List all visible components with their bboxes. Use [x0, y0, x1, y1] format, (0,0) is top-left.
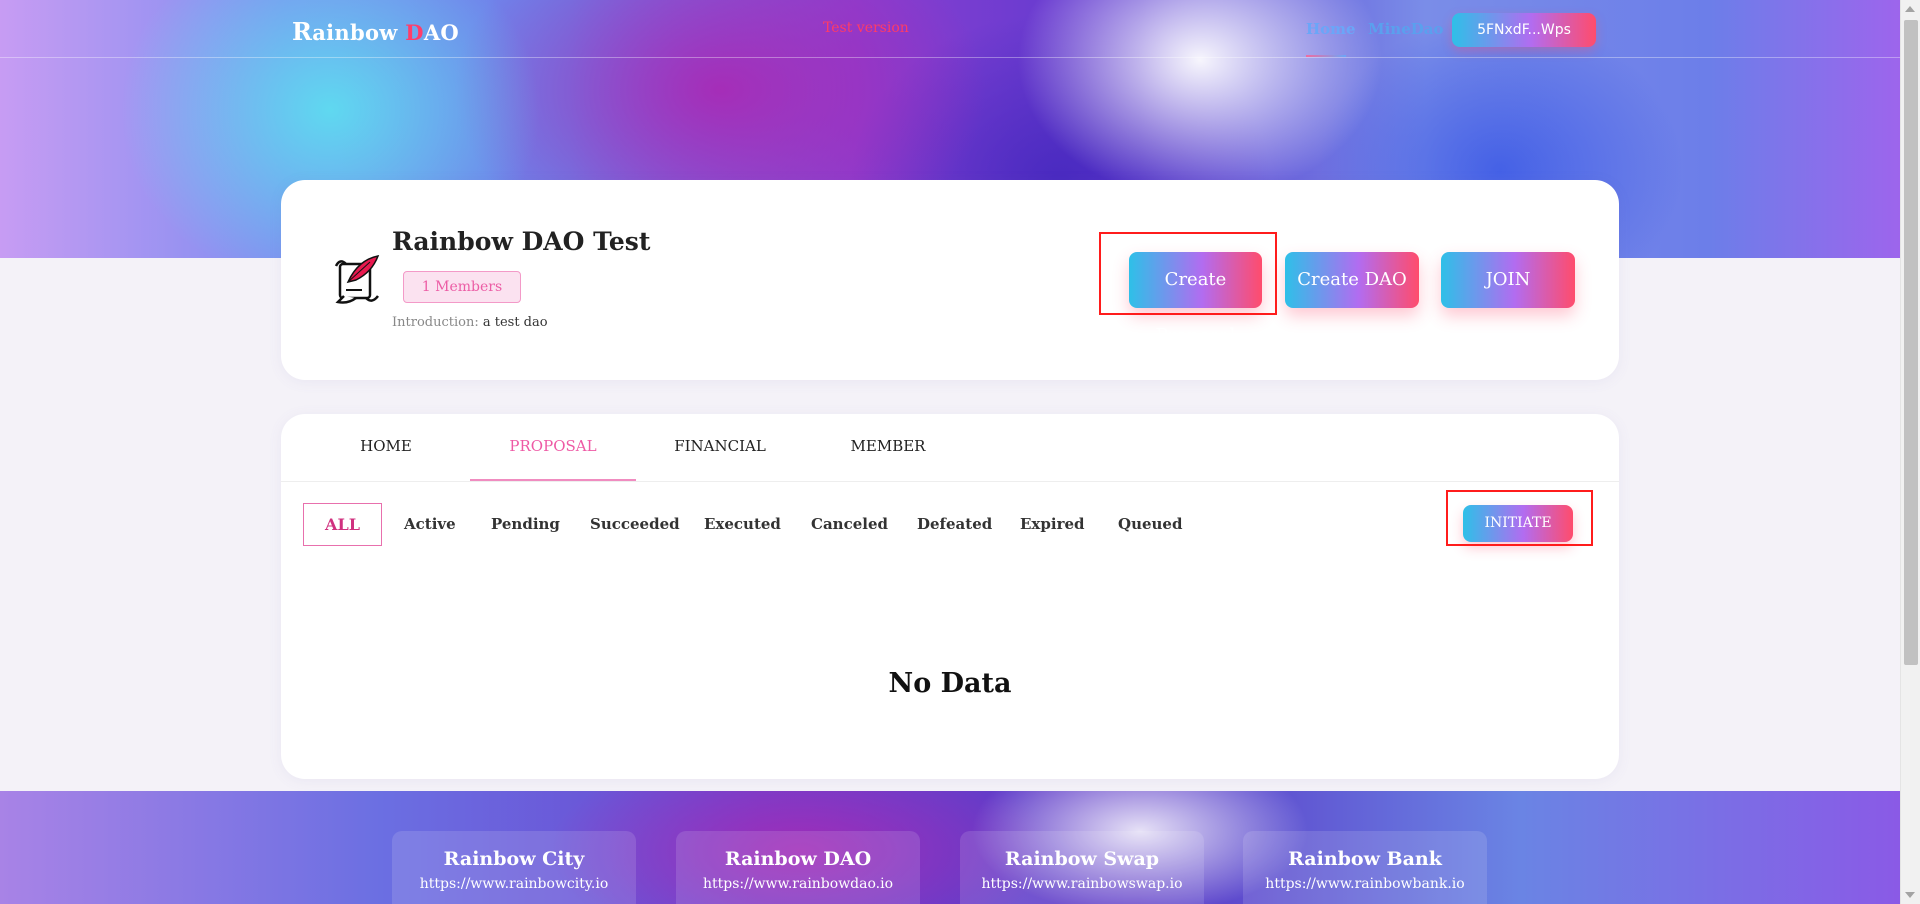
introduction-value: a test dao [478, 315, 548, 330]
filter-all[interactable]: ALL [303, 503, 382, 546]
logo-text-ao: AO [423, 20, 459, 45]
footer-card-rainbow-bank[interactable]: Rainbow Bank https://www.rainbowbank.io [1243, 831, 1487, 904]
tab-proposal[interactable]: PROPOSAL [470, 437, 636, 455]
tabs-divider [281, 481, 1619, 482]
footer-card-title: Rainbow Bank [1288, 848, 1442, 870]
nav-home-active-indicator [1306, 55, 1346, 57]
nav-minedao-link[interactable]: MineDao [1368, 20, 1443, 38]
footer-card-title: Rainbow City [443, 848, 585, 870]
footer-card-rainbow-dao[interactable]: Rainbow DAO https://www.rainbowdao.io [676, 831, 920, 904]
footer-card-url[interactable]: https://www.rainbowcity.io [392, 876, 636, 892]
scroll-up-arrow-icon[interactable] [1905, 6, 1915, 12]
scroll-down-arrow-icon[interactable] [1905, 892, 1915, 898]
wallet-address-button[interactable]: 5FNxdF...Wps [1452, 13, 1596, 47]
footer-card-rainbow-swap[interactable]: Rainbow Swap https://www.rainbowswap.io [960, 831, 1204, 904]
test-version-label: Test version [823, 20, 909, 36]
filter-canceled[interactable]: Canceled [811, 515, 888, 533]
introduction-label: Introduction: [392, 315, 479, 330]
filter-queued[interactable]: Queued [1118, 515, 1182, 533]
footer-card-title: Rainbow DAO [724, 848, 872, 870]
footer-card-url[interactable]: https://www.rainbowdao.io [676, 876, 920, 892]
create-dao-button[interactable]: Create DAO [1285, 252, 1419, 308]
scrollbar-thumb[interactable] [1904, 20, 1918, 665]
filter-expired[interactable]: Expired [1020, 515, 1085, 533]
logo-letter-d: D [405, 20, 424, 45]
tab-home[interactable]: HOME [331, 437, 441, 455]
filter-pending[interactable]: Pending [491, 515, 560, 533]
footer-card-url[interactable]: https://www.rainbowbank.io [1243, 876, 1487, 892]
footer-card-title: Rainbow Swap [1004, 848, 1160, 870]
join-button[interactable]: JOIN [1441, 252, 1575, 308]
filter-executed[interactable]: Executed [704, 515, 781, 533]
footer-card-rainbow-city[interactable]: Rainbow City https://www.rainbowcity.io [392, 831, 636, 904]
proposal-panel [281, 414, 1619, 779]
filter-succeeded[interactable]: Succeeded [590, 515, 680, 533]
highlight-box-create-proposal [1099, 232, 1277, 315]
tab-financial[interactable]: FINANCIAL [665, 437, 775, 455]
footer [0, 791, 1900, 904]
filter-defeated[interactable]: Defeated [917, 515, 992, 533]
nav-home-link[interactable]: Home [1306, 20, 1356, 38]
vertical-scrollbar[interactable] [1900, 0, 1920, 904]
logo-letter-r: R [292, 17, 313, 46]
members-count-badge[interactable]: 1 Members [403, 271, 521, 303]
footer-card-url[interactable]: https://www.rainbowswap.io [960, 876, 1204, 892]
filter-active[interactable]: Active [404, 515, 456, 533]
dao-title: Rainbow DAO Test [392, 227, 651, 256]
dao-introduction: Introduction: a test dao [392, 315, 548, 330]
scroll-quill-icon [330, 252, 382, 306]
logo-text-ainbow: ainbow [312, 20, 406, 45]
empty-state-message: No Data [888, 668, 1012, 699]
logo[interactable]: Rainbow DAO [292, 17, 459, 46]
highlight-box-initiate [1446, 490, 1593, 546]
tab-member[interactable]: MEMBER [833, 437, 943, 455]
